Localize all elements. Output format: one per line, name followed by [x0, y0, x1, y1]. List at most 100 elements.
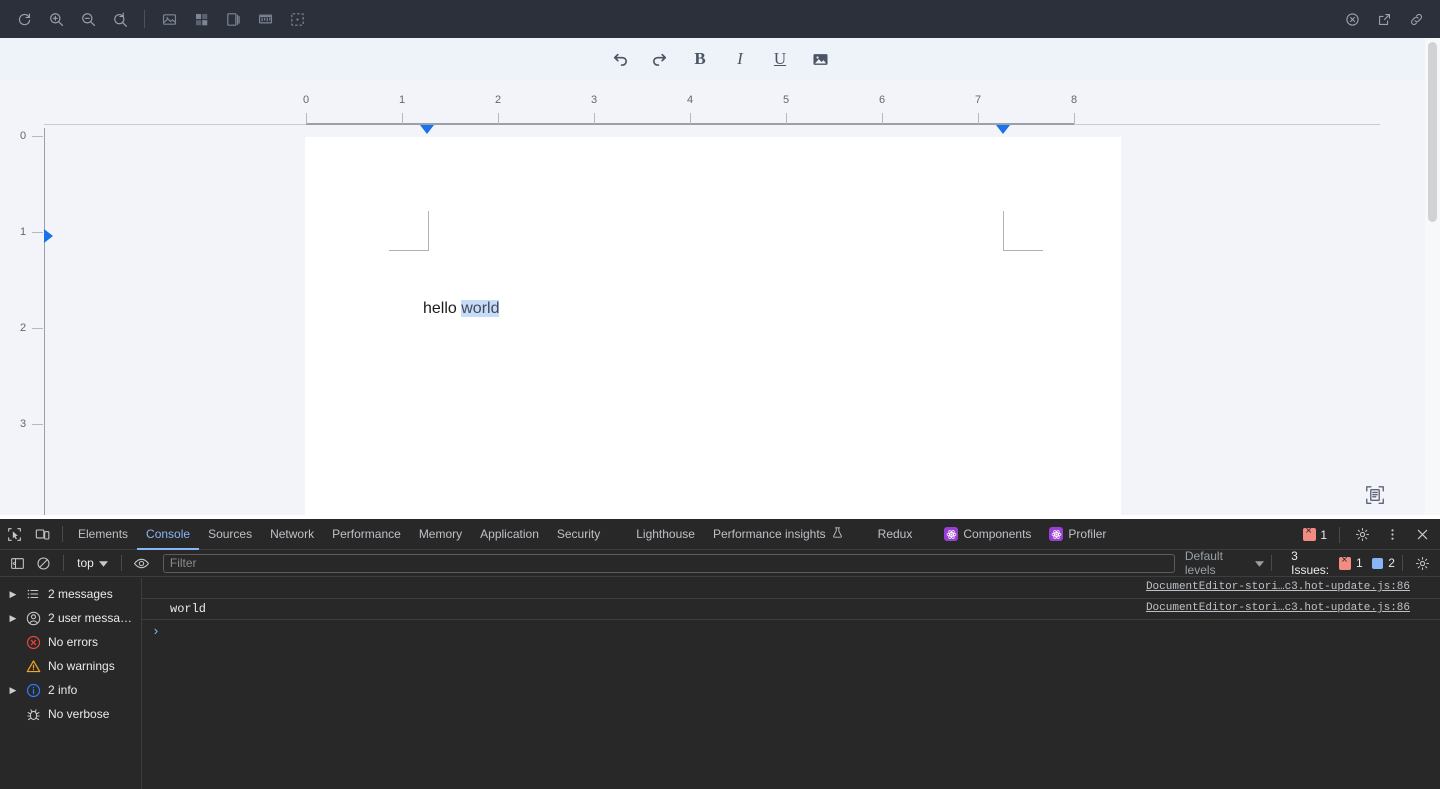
document-page[interactable]: hello world — [305, 137, 1121, 515]
insert-image-button[interactable] — [805, 45, 835, 73]
info-icon — [24, 683, 42, 698]
sidebar-item-messages[interactable]: ▶ 2 messages — [0, 582, 141, 606]
tab-components[interactable]: Components — [935, 519, 1040, 550]
console-message-list: DocumentEditor-stori…c3.hot-update.js:86… — [142, 578, 1440, 789]
tab-performance[interactable]: Performance — [323, 519, 410, 550]
open-external-icon[interactable] — [1368, 4, 1400, 34]
redo-button[interactable] — [645, 45, 675, 73]
grid-icon[interactable] — [185, 4, 217, 34]
console-message-row[interactable]: world DocumentEditor-stori…c3.hot-update… — [142, 599, 1440, 620]
fit-to-screen-icon[interactable] — [1362, 482, 1388, 508]
console-message-source-link[interactable]: DocumentEditor-stori…c3.hot-update.js:86 — [1146, 581, 1410, 593]
horizontal-ruler[interactable]: 0 1 2 3 4 5 6 7 8 — [0, 80, 1440, 134]
console-prompt[interactable]: › — [142, 620, 1440, 642]
issues-info-count: 2 — [1388, 556, 1395, 570]
vertical-ruler[interactable]: 0 1 2 3 — [0, 80, 53, 515]
error-count-badge[interactable]: 1 — [1303, 525, 1327, 542]
page-scrollbar-thumb[interactable] — [1428, 42, 1437, 222]
tab-performance-insights[interactable]: Performance insights — [704, 519, 853, 550]
close-devtools-icon[interactable] — [1408, 521, 1436, 549]
tab-redux[interactable]: Redux — [869, 519, 922, 550]
prompt-caret-icon: › — [152, 623, 160, 639]
issues-label: 3 Issues: — [1291, 549, 1330, 577]
zoom-in-icon[interactable] — [40, 4, 72, 34]
more-options-icon[interactable] — [1378, 521, 1406, 549]
layers-icon[interactable] — [217, 4, 249, 34]
bold-button[interactable]: B — [685, 45, 715, 73]
ruler-tick — [1074, 113, 1075, 124]
live-expression-icon[interactable] — [129, 549, 155, 577]
console-message-text: world — [170, 602, 207, 616]
tab-label: Profiler — [1068, 527, 1107, 541]
vruler-tick — [32, 328, 43, 329]
sidebar-item-errors[interactable]: No errors — [0, 630, 141, 654]
zoom-out-icon[interactable] — [72, 4, 104, 34]
refresh-icon[interactable] — [8, 4, 40, 34]
tab-elements[interactable]: Elements — [69, 519, 137, 550]
page-scrollbar[interactable] — [1425, 38, 1440, 515]
console-toolbar-divider — [1271, 555, 1273, 571]
link-icon[interactable] — [1400, 4, 1432, 34]
undo-button[interactable] — [605, 45, 635, 73]
settings-gear-icon[interactable] — [1348, 521, 1376, 549]
issues-summary[interactable]: 3 Issues: 1 2 — [1291, 549, 1395, 577]
sidebar-item-info[interactable]: ▶ 2 info — [0, 678, 141, 702]
expand-arrow-icon[interactable]: ▶ — [8, 685, 18, 696]
close-circle-icon[interactable] — [1336, 4, 1368, 34]
tab-label: Memory — [418, 527, 463, 541]
error-count-value: 1 — [1320, 527, 1327, 542]
selection-icon[interactable] — [281, 4, 313, 34]
sidebar-item-verbose[interactable]: No verbose — [0, 702, 141, 726]
tab-label: Console — [146, 527, 191, 541]
expand-arrow-icon[interactable]: ▶ — [8, 613, 18, 624]
measure-icon[interactable] — [249, 4, 281, 34]
italic-button[interactable]: I — [725, 45, 755, 73]
vertical-margin-marker[interactable] — [44, 229, 53, 243]
console-message-source-link[interactable]: DocumentEditor-stori…c3.hot-update.js:86 — [1146, 602, 1410, 614]
editor-workspace: hello world 0 1 2 3 4 5 6 7 8 0 1 2 3 — [0, 80, 1440, 515]
vertical-ruler-line — [44, 128, 45, 515]
console-message-row[interactable]: DocumentEditor-stori…c3.hot-update.js:86 — [142, 578, 1440, 599]
underline-button[interactable]: U — [765, 45, 795, 73]
warning-icon — [24, 659, 42, 674]
device-toolbar-icon[interactable] — [28, 520, 56, 548]
log-levels-label: Default levels — [1184, 549, 1223, 577]
console-context-label: top — [77, 556, 94, 570]
indent-marker-right[interactable] — [996, 125, 1010, 134]
vruler-label: 3 — [20, 418, 27, 430]
sidebar-item-warnings[interactable]: No warnings — [0, 654, 141, 678]
list-icon — [24, 587, 42, 601]
tab-sources[interactable]: Sources — [199, 519, 261, 550]
devtools-tabbar: Elements Console Sources Network Perform… — [0, 519, 1440, 550]
clear-console-icon[interactable] — [30, 549, 56, 577]
tab-security[interactable]: Security — [548, 519, 609, 550]
console-sidebar: ▶ 2 messages ▶ 2 user messa… No errors N… — [0, 578, 142, 789]
console-log-levels-selector[interactable]: Default levels — [1184, 549, 1265, 577]
vruler-label: 2 — [20, 322, 27, 334]
toolbar-divider — [144, 10, 145, 28]
tab-memory[interactable]: Memory — [410, 519, 471, 550]
error-icon — [24, 635, 42, 650]
tab-label: Application — [480, 527, 539, 541]
console-toolbar-divider — [1402, 555, 1403, 571]
tab-application[interactable]: Application — [471, 519, 548, 550]
console-context-selector[interactable]: top — [71, 556, 114, 570]
format-toolbar: B I U — [0, 38, 1440, 80]
console-filter-input[interactable] — [162, 553, 1175, 573]
tab-lighthouse[interactable]: Lighthouse — [627, 519, 704, 550]
tab-profiler[interactable]: Profiler — [1040, 519, 1115, 550]
document-text[interactable]: hello world — [423, 300, 500, 318]
sidebar-item-user-messages[interactable]: ▶ 2 user messa… — [0, 606, 141, 630]
tab-network[interactable]: Network — [261, 519, 323, 550]
tab-console[interactable]: Console — [137, 519, 199, 550]
devtools-tabbar-right: 1 — [1303, 519, 1436, 550]
zoom-reset-icon[interactable] — [104, 4, 136, 34]
image-icon[interactable] — [153, 4, 185, 34]
ruler-tick — [882, 113, 883, 124]
inspect-element-icon[interactable] — [0, 520, 28, 548]
sidebar-item-label: 2 user messa… — [48, 611, 133, 625]
console-sidebar-toggle-icon[interactable] — [4, 549, 30, 577]
expand-arrow-icon[interactable]: ▶ — [8, 589, 18, 600]
console-settings-icon[interactable] — [1410, 549, 1436, 577]
indent-marker-left[interactable] — [420, 125, 434, 134]
